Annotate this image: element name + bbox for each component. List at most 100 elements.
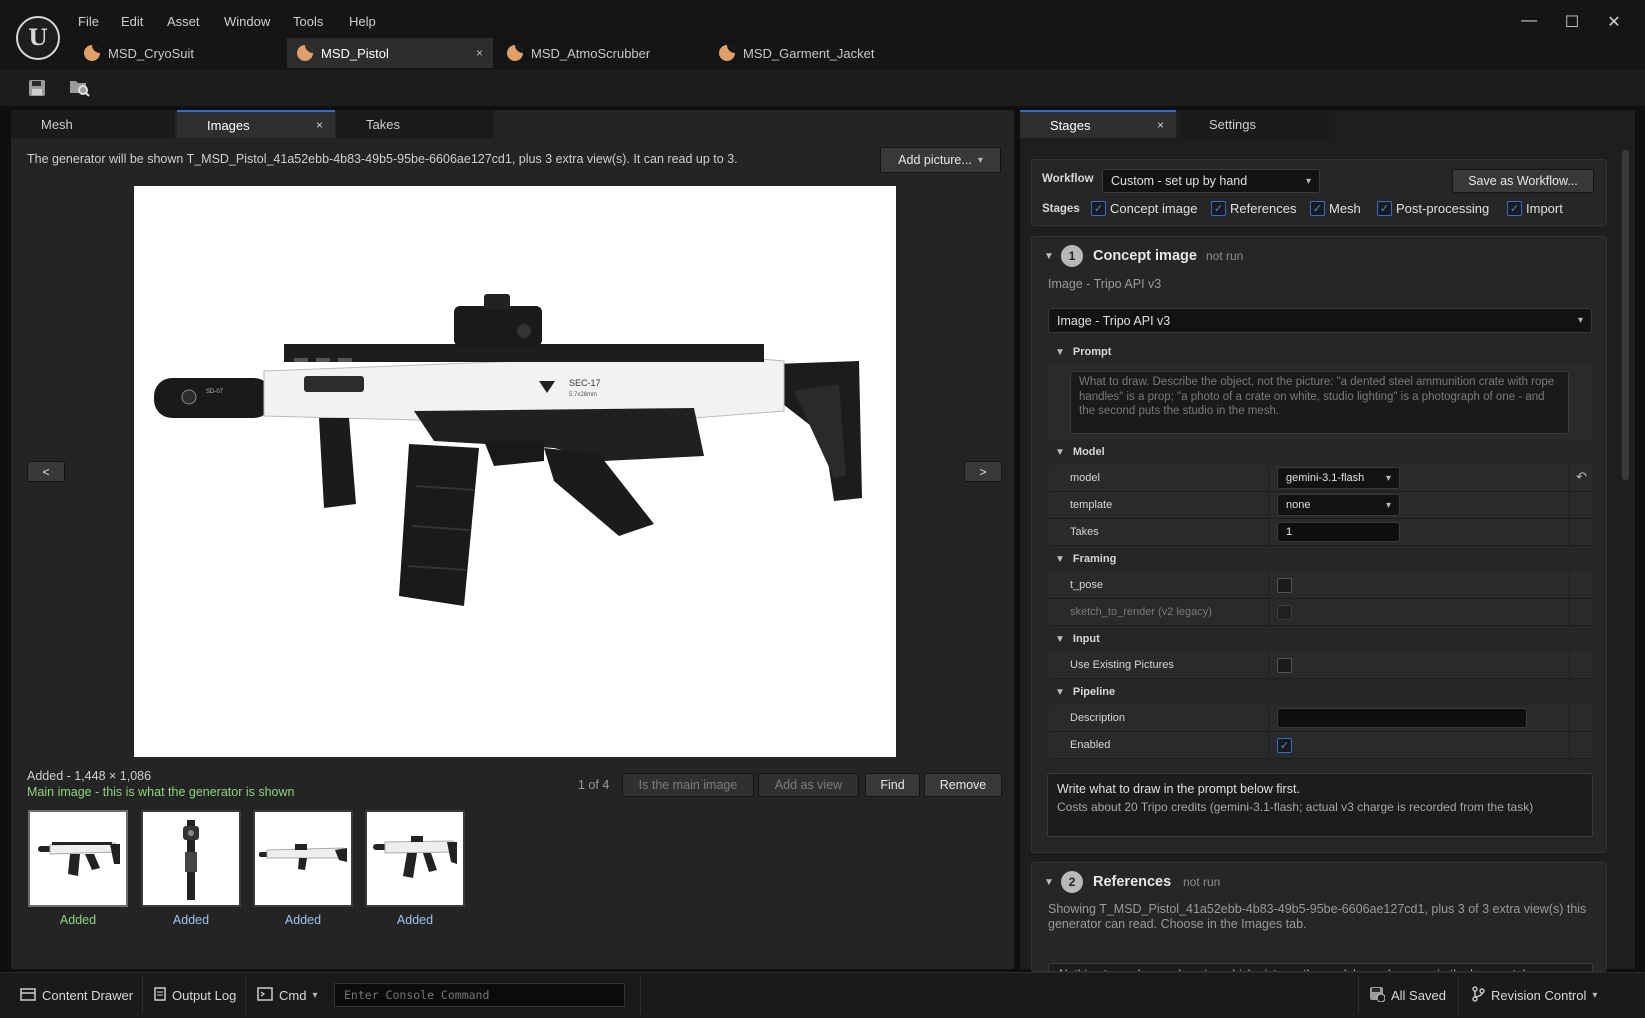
doc-tab-cryosuit[interactable]: MSD_CryoSuit	[74, 38, 284, 68]
property-row-enabled: Enabled ✓	[1049, 732, 1592, 759]
prompt-textarea[interactable]: What to draw. Describe the object, not t…	[1070, 371, 1569, 434]
collapse-arrow-icon[interactable]: ▼	[1044, 251, 1054, 262]
thumbnail-caption: Added	[59, 913, 97, 927]
property-row-takes: Takes 1	[1049, 519, 1592, 546]
output-log-label: Output Log	[172, 988, 237, 1003]
property-row-template: template none ▾	[1049, 492, 1592, 519]
property-row-use-existing-pictures: Use Existing Pictures	[1049, 652, 1592, 679]
doc-tab-label: MSD_AtmoScrubber	[531, 45, 651, 61]
stage-toggle-import[interactable]: ✓ Import	[1507, 201, 1563, 216]
stage-toggle-mesh[interactable]: ✓ Mesh	[1310, 201, 1361, 216]
thumbnail-4[interactable]	[365, 810, 465, 907]
minimize-icon[interactable]: —	[1517, 12, 1541, 30]
content-drawer-button[interactable]: Content Drawer	[20, 980, 133, 1011]
unreal-logo-icon[interactable]: U	[16, 16, 60, 60]
close-tab-icon[interactable]: ×	[316, 118, 323, 132]
browse-asset-icon[interactable]	[68, 77, 92, 99]
property-row-model: model gemini-3.1-flash ▾ ↶	[1049, 465, 1592, 492]
note-title: Write what to draw in the prompt below f…	[1057, 782, 1300, 796]
cmd-dropdown[interactable]: Cmd ▾	[257, 980, 317, 1011]
category-label: Framing	[1072, 553, 1117, 565]
stage-toggle-concept-image[interactable]: ✓ Concept image	[1091, 201, 1197, 216]
menu-file[interactable]: File	[78, 14, 99, 29]
tab-settings[interactable]: Settings	[1179, 110, 1335, 138]
model-dropdown[interactable]: gemini-3.1-flash ▾	[1277, 467, 1400, 489]
stage-toggle-references[interactable]: ✓ References	[1211, 201, 1296, 216]
stage-toggle-post-processing[interactable]: ✓ Post-processing	[1377, 201, 1489, 216]
maximize-icon[interactable]: ☐	[1560, 12, 1584, 32]
stage-toggle-label: Import	[1526, 201, 1563, 216]
tab-images[interactable]: Images ×	[177, 110, 335, 138]
workflow-dropdown[interactable]: Custom - set up by hand ▾	[1102, 169, 1320, 193]
stage-title: References	[1093, 874, 1172, 890]
find-button[interactable]: Find	[865, 773, 920, 797]
menu-help[interactable]: Help	[349, 14, 376, 29]
category-input[interactable]: ▼ Input	[1049, 626, 1592, 652]
sketch-to-render-checkbox[interactable]	[1277, 605, 1292, 620]
save-as-workflow-button[interactable]: Save as Workflow...	[1452, 169, 1594, 193]
stage-toggle-label: References	[1230, 201, 1297, 216]
add-picture-button[interactable]: Add picture... ▾	[880, 147, 1001, 173]
tab-stages[interactable]: Stages ×	[1020, 110, 1176, 138]
references-text: Showing T_MSD_Pistol_41a52ebb-4b83-49b5-…	[1048, 902, 1587, 931]
menu-tools[interactable]: Tools	[293, 14, 323, 29]
tab-mesh[interactable]: Mesh	[11, 110, 175, 138]
revision-control-dropdown[interactable]: Revision Control ▾	[1471, 980, 1597, 1011]
output-log-button[interactable]: Output Log	[154, 980, 236, 1011]
chevron-down-icon: ▾	[1385, 472, 1391, 484]
category-model[interactable]: ▼ Model	[1049, 439, 1592, 465]
property-label: Description	[1070, 712, 1126, 724]
thumbnail-2[interactable]	[141, 810, 241, 907]
property-row-t-pose: t_pose	[1049, 572, 1592, 599]
reset-to-default-icon[interactable]: ↶	[1576, 469, 1587, 485]
note-body: Costs about 20 Tripo credits (gemini-3.1…	[1057, 800, 1534, 814]
menu-edit[interactable]: Edit	[121, 14, 143, 29]
checkbox-checked-icon: ✓	[1091, 201, 1106, 216]
category-label: Pipeline	[1072, 686, 1116, 698]
collapse-arrow-icon: ▼	[1055, 446, 1065, 458]
previous-image-button[interactable]: <	[27, 461, 65, 482]
chevron-down-icon: ▾	[1577, 315, 1583, 326]
close-tab-icon[interactable]: ×	[476, 46, 483, 60]
console-command-input[interactable]	[334, 983, 625, 1007]
takes-input[interactable]: 1	[1277, 522, 1400, 542]
thumbnail-3[interactable]	[253, 810, 353, 907]
checkbox-checked-icon: ✓	[1310, 201, 1325, 216]
tab-label: Takes	[366, 116, 400, 132]
description-input[interactable]	[1277, 708, 1527, 728]
chevron-down-icon: ▾	[1305, 175, 1311, 187]
tab-label: Images	[207, 117, 250, 133]
tab-takes[interactable]: Takes	[336, 110, 494, 138]
category-pipeline[interactable]: ▼ Pipeline	[1049, 679, 1592, 705]
remove-button[interactable]: Remove	[924, 773, 1002, 797]
all-saved-button[interactable]: All Saved	[1369, 980, 1446, 1011]
template-dropdown[interactable]: none ▾	[1277, 494, 1400, 516]
category-framing[interactable]: ▼ Framing	[1049, 546, 1592, 572]
divider	[1458, 976, 1459, 1014]
collapse-arrow-icon: ▼	[1055, 553, 1065, 565]
menu-window[interactable]: Window	[224, 14, 270, 29]
terminal-icon	[257, 987, 273, 1004]
doc-tab-atmoscrubber[interactable]: MSD_AtmoScrubber	[497, 38, 703, 68]
close-window-icon[interactable]: ✕	[1602, 12, 1626, 32]
save-icon[interactable]	[25, 77, 49, 99]
thumbnail-1[interactable]	[28, 810, 128, 907]
add-as-view-button[interactable]: Add as view	[758, 773, 859, 797]
t-pose-checkbox[interactable]	[1277, 578, 1292, 593]
is-main-image-button[interactable]: Is the main image	[622, 773, 754, 797]
content-drawer-label: Content Drawer	[42, 988, 134, 1003]
divider	[640, 976, 641, 1014]
next-image-button[interactable]: >	[964, 461, 1002, 482]
close-tab-icon[interactable]: ×	[1157, 118, 1164, 132]
provider-dropdown[interactable]: Image - Tripo API v3 ▾	[1048, 308, 1592, 333]
menu-asset[interactable]: Asset	[167, 14, 200, 29]
use-existing-pictures-checkbox[interactable]	[1277, 658, 1292, 673]
collapse-arrow-icon[interactable]: ▼	[1044, 877, 1054, 888]
btn-label: Is the main image	[638, 778, 738, 792]
category-prompt[interactable]: ▼ Prompt	[1049, 339, 1592, 365]
doc-tab-pistol[interactable]: MSD_Pistol ×	[287, 38, 493, 68]
enabled-checkbox[interactable]: ✓	[1277, 738, 1292, 753]
doc-tab-garment-jacket[interactable]: MSD_Garment_Jacket	[709, 38, 915, 68]
vertical-scrollbar[interactable]	[1622, 150, 1629, 480]
property-label: model	[1070, 472, 1100, 484]
